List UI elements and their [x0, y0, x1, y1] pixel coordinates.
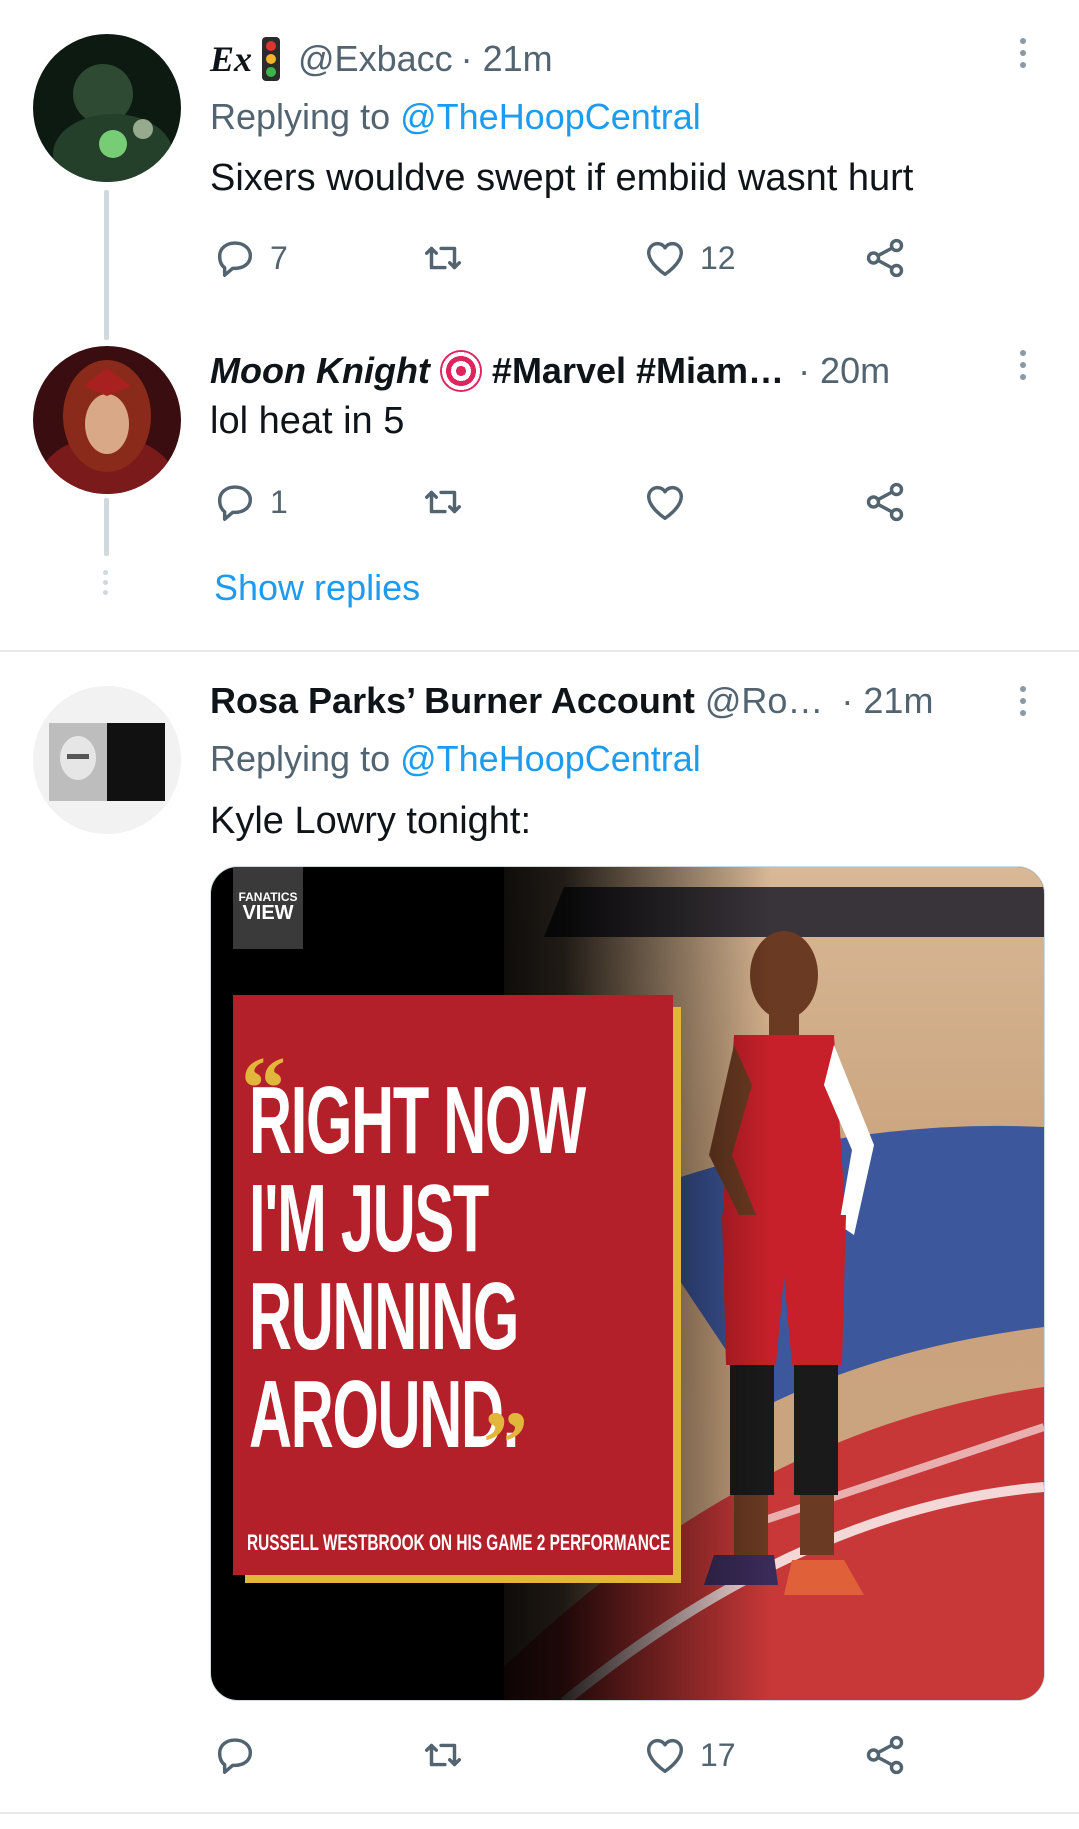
- reply-icon: [217, 1738, 253, 1774]
- display-name[interactable]: Rosa Parks’ Burner Account: [210, 680, 695, 722]
- tweet-header: Ex @Exbacc · 21m: [210, 34, 553, 84]
- share-icon: [866, 1735, 904, 1775]
- action-bar: 7 12: [210, 228, 910, 288]
- replying-to: Replying to @TheHoopCentral: [210, 96, 701, 137]
- action-bar: 1: [210, 472, 910, 532]
- mention-link[interactable]: @TheHoopCentral: [400, 738, 701, 779]
- share-button[interactable]: [862, 228, 908, 288]
- fanatics-view-logo: FANATICS VIEW: [233, 867, 303, 949]
- retweet-button[interactable]: [420, 228, 478, 288]
- retweet-icon: [424, 490, 462, 514]
- reply-icon: [217, 485, 253, 521]
- tweet-media-image[interactable]: FANATICS VIEW “ RIGHT NOW I'M JUST RUNNI…: [210, 866, 1045, 1701]
- replying-to: Replying to @TheHoopCentral: [210, 738, 701, 779]
- display-name[interactable]: Moon Knight: [210, 350, 430, 392]
- action-bar: 17: [210, 1725, 910, 1785]
- thread-connector: [104, 498, 109, 556]
- like-count: 17: [700, 1736, 736, 1773]
- tweet-text: Kyle Lowry tonight:: [210, 800, 532, 842]
- reply-button[interactable]: 1: [212, 472, 288, 532]
- like-icon: [646, 1738, 684, 1774]
- tweet-header: Rosa Parks’ Burner Account @Ro… · 21m: [210, 676, 933, 726]
- quote-text: RIGHT NOW I'M JUST RUNNING AROUND.: [249, 1067, 586, 1468]
- reply-button[interactable]: [212, 1725, 270, 1785]
- like-icon: [646, 485, 684, 521]
- reply-count: 7: [270, 239, 288, 276]
- like-count: 12: [700, 239, 736, 276]
- target-emoji: [439, 350, 482, 392]
- more-icon[interactable]: [1020, 38, 1026, 68]
- handle[interactable]: @Ro…: [705, 680, 824, 722]
- traffic-light-emoji: [262, 37, 281, 81]
- retweet-button[interactable]: [420, 1725, 478, 1785]
- tweet-text: Sixers wouldve swept if embiid wasnt hur…: [210, 157, 914, 199]
- retweet-icon: [424, 1743, 462, 1767]
- quote-caption: RUSSELL WESTBROOK ON HIS GAME 2 PERFORMA…: [247, 1530, 671, 1555]
- tweet-text: lol heat in 5: [210, 400, 405, 442]
- share-button[interactable]: [862, 472, 908, 532]
- mention-link[interactable]: @TheHoopCentral: [400, 96, 701, 137]
- close-quote-mark: ”: [483, 1394, 528, 1493]
- timestamp[interactable]: · 21m: [461, 38, 553, 80]
- thread-more-dots: [103, 570, 108, 595]
- avatar[interactable]: [33, 34, 181, 182]
- more-icon[interactable]: [1020, 350, 1026, 380]
- share-icon: [866, 482, 904, 522]
- more-icon[interactable]: [1020, 686, 1026, 716]
- share-button[interactable]: [862, 1725, 908, 1785]
- display-name-hashtags[interactable]: #Marvel #Miam…: [492, 350, 784, 392]
- avatar[interactable]: [33, 346, 181, 494]
- like-button[interactable]: [642, 472, 700, 532]
- tweet-header: Moon Knight #Marvel #Miam… · 20m: [210, 346, 890, 396]
- timestamp[interactable]: · 20m: [798, 350, 890, 392]
- reply-icon: [217, 241, 253, 277]
- timestamp[interactable]: · 21m: [841, 680, 933, 722]
- like-icon: [646, 241, 684, 277]
- avatar[interactable]: [33, 686, 181, 834]
- like-button[interactable]: 17: [642, 1725, 736, 1785]
- retweet-icon: [424, 246, 462, 270]
- reply-button[interactable]: 7: [212, 228, 288, 288]
- thread-connector: [104, 190, 109, 340]
- show-replies-link[interactable]: Show replies: [214, 567, 420, 609]
- reply-count: 1: [270, 483, 288, 520]
- tweet-1[interactable]: Ex @Exbacc · 21m Replying to @TheHoopCen…: [0, 0, 1079, 340]
- share-icon: [866, 238, 904, 278]
- handle[interactable]: @Exbacc: [298, 38, 453, 80]
- tweet-2[interactable]: Moon Knight #Marvel #Miam… · 20m lol hea…: [0, 330, 1079, 650]
- divider: [0, 1812, 1079, 1814]
- display-name[interactable]: Ex: [210, 38, 252, 80]
- retweet-button[interactable]: [420, 472, 478, 532]
- like-button[interactable]: 12: [642, 228, 736, 288]
